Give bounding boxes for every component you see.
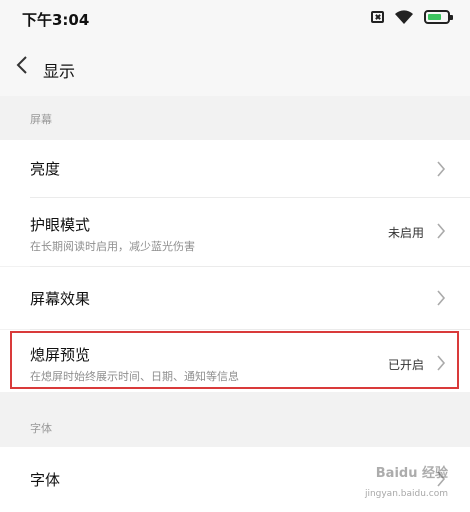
system-icons: [371, 9, 453, 25]
settings-item-value: 已开启: [387, 358, 424, 372]
status-time: 下午3:04: [22, 11, 90, 29]
section-label-font: 字体: [30, 422, 52, 435]
section-label-screen: 屏幕: [30, 113, 52, 126]
sim-off-icon: [371, 11, 384, 23]
battery-charging-icon: [424, 10, 453, 24]
settings-item-title: 字体: [30, 471, 61, 489]
chevron-right-icon: [437, 290, 446, 306]
settings-item-subtitle: 在熄屏时始终展示时间、日期、通知等信息: [30, 370, 239, 383]
settings-item-screen-effect[interactable]: 屏幕效果: [0, 267, 470, 329]
chevron-right-icon: [437, 161, 446, 177]
settings-item-ambient-display[interactable]: 熄屏预览 在熄屏时始终展示时间、日期、通知等信息 已开启: [0, 330, 470, 392]
wifi-icon: [395, 10, 413, 24]
status-bar: 下午3:04: [0, 0, 470, 34]
settings-item-title: 护眼模式: [30, 216, 91, 234]
settings-item-value: 未启用: [387, 226, 424, 240]
settings-item-brightness[interactable]: 亮度: [0, 140, 470, 198]
settings-item-title: 亮度: [30, 160, 61, 178]
watermark-url: jingyan.baidu.com: [364, 489, 448, 499]
settings-item-title: 熄屏预览: [30, 346, 91, 364]
section-header-screen: 屏幕: [0, 96, 470, 146]
settings-item-title: 屏幕效果: [30, 290, 91, 308]
page-header: 显示: [0, 34, 470, 96]
page-title: 显示: [43, 62, 76, 81]
chevron-left-icon[interactable]: [16, 56, 28, 74]
watermark-logo: Baidu 经验: [375, 466, 448, 481]
settings-item-subtitle: 在长期阅读时启用，减少蓝光伤害: [30, 240, 195, 253]
chevron-right-icon: [437, 355, 446, 371]
chevron-right-icon: [437, 223, 446, 239]
settings-item-eye-protection[interactable]: 护眼模式 在长期阅读时启用，减少蓝光伤害 未启用: [0, 198, 470, 266]
section-header-font: 字体: [0, 392, 470, 442]
